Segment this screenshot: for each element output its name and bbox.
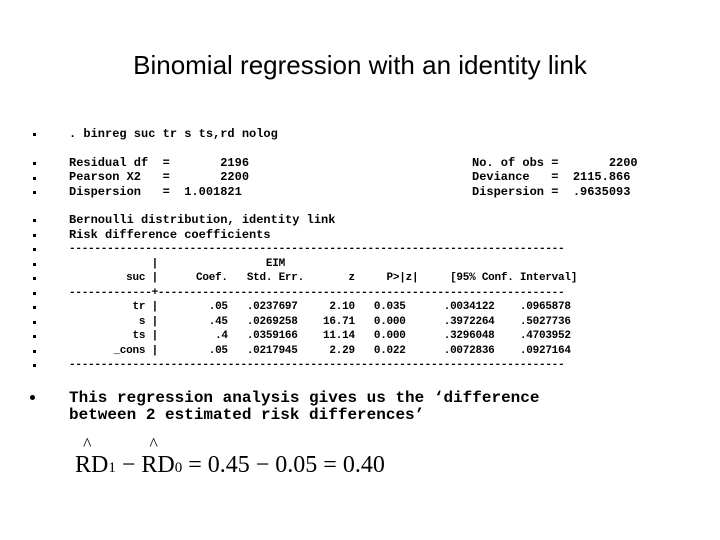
bullet-icon	[33, 219, 36, 222]
bullet-icon	[33, 162, 36, 165]
stata-command: . binreg suc tr s ts,rd nolog	[69, 127, 278, 141]
stat-pearson-x2: Pearson X2 = 2200	[69, 170, 250, 184]
bullet-icon	[33, 248, 36, 251]
bullet-icon	[33, 321, 36, 324]
stat-dispersion-pearson: Dispersion = 1.001821	[69, 185, 242, 199]
note-line-2: between 2 estimated risk differences’	[69, 406, 425, 424]
bullet-icon	[33, 263, 36, 266]
table-row: s | .45 .0269258 16.71 0.000 .3972264 .5…	[69, 316, 571, 328]
bullet-icon	[33, 335, 36, 338]
slide-title: Binomial regression with an identity lin…	[133, 50, 587, 80]
risk-difference-formula: ^ RD1 − ^ RD0 = 0.45 − 0.05 = 0.40	[75, 434, 385, 478]
stat-residual-df: Residual df = 2196	[69, 156, 250, 170]
stat-dispersion-deviance: Dispersion = .9635093	[472, 185, 631, 199]
bullet-icon	[33, 133, 36, 136]
bullet-icon	[33, 234, 36, 237]
coef-type-line: Risk difference coefficients	[69, 228, 271, 242]
table-header-eim: | EIM	[69, 258, 286, 270]
table-row: _cons | .05 .0217945 2.29 0.022 .0072836…	[69, 345, 571, 357]
note-line-1: This regression analysis gives us the ‘d…	[69, 389, 540, 407]
table-row: ts | .4 .0359166 11.14 0.000 .3296048 .4…	[69, 330, 571, 342]
table-rule-bottom: ----------------------------------------…	[69, 359, 565, 371]
table-header-columns: suc | Coef. Std. Err. z P>|z| [95% Conf.…	[69, 272, 578, 284]
bullet-icon	[33, 177, 36, 180]
table-rule-top: ----------------------------------------…	[69, 243, 565, 255]
bullet-icon	[33, 277, 36, 280]
hat-icon: ^	[83, 434, 92, 454]
hat-icon: ^	[149, 434, 158, 454]
bullet-icon	[33, 292, 36, 295]
bullet-icon	[33, 191, 36, 194]
formula-result: = 0.45 − 0.05 = 0.40	[182, 452, 385, 478]
rd0-term: ^ RD0	[141, 434, 183, 478]
bullet-icon	[33, 350, 36, 353]
bullet-icon	[30, 395, 35, 400]
stat-deviance: Deviance = 2115.866	[472, 170, 631, 184]
distribution-line: Bernoulli distribution, identity link	[69, 213, 336, 227]
table-rule-mid: -------------+--------------------------…	[69, 287, 565, 299]
rd1-term: ^ RD1	[75, 434, 116, 478]
table-row: tr | .05 .0237697 2.10 0.035 .0034122 .0…	[69, 301, 571, 313]
stat-num-obs: No. of obs = 2200	[472, 156, 638, 170]
bullet-icon	[33, 306, 36, 309]
bullet-icon	[33, 364, 36, 367]
